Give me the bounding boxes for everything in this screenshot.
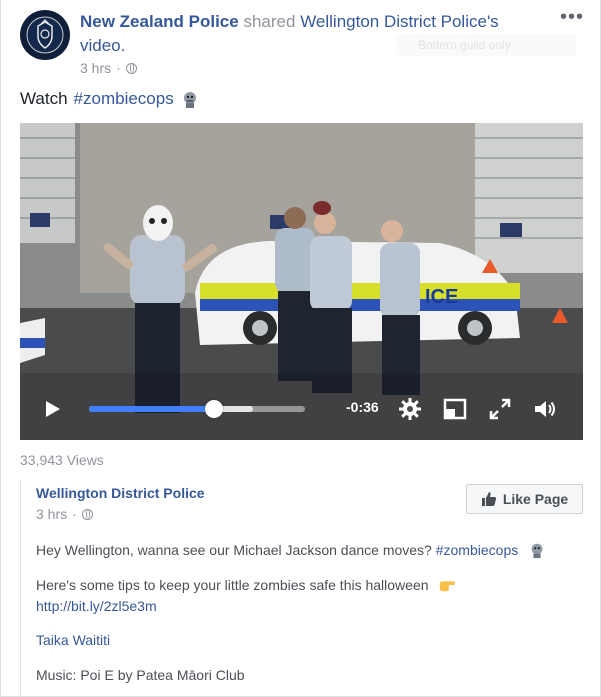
credit-link[interactable]: Taika Waititi <box>36 632 110 648</box>
video-controls: -0:36 <box>20 389 583 429</box>
view-count: 33,943 Views <box>20 452 104 468</box>
play-icon[interactable] <box>42 399 62 419</box>
post-status-text: Watch #zombiecops <box>20 88 200 110</box>
volume-icon[interactable] <box>533 397 557 421</box>
zombie-emoji-icon <box>183 92 196 108</box>
faded-overlay-button: Bottern guild only <box>396 34 576 56</box>
original-post-line-2: Here's some tips to keep your little zom… <box>36 576 456 594</box>
video-player[interactable]: ICE -0:36 <box>20 123 583 440</box>
police-badge-icon <box>26 16 64 54</box>
shared-text: shared <box>243 12 296 31</box>
shortened-url-link[interactable]: http://bit.ly/2zl5e3m <box>36 598 157 614</box>
globe-icon[interactable] <box>125 62 137 74</box>
line1-hashtag-link[interactable]: #zombiecops <box>436 542 519 558</box>
more-options-button[interactable]: ••• <box>560 6 584 29</box>
like-page-label: Like Page <box>502 491 569 507</box>
progress-thumb[interactable] <box>205 400 224 418</box>
original-page-name-link[interactable]: Wellington District Police <box>36 485 205 501</box>
thumbs-up-icon <box>481 492 496 506</box>
page-name-link[interactable]: New Zealand Police <box>80 12 239 31</box>
original-post-line-1: Hey Wellington, wanna see our Michael Ja… <box>36 541 546 559</box>
line1-text: Hey Wellington, wanna see our Michael Ja… <box>36 542 432 558</box>
original-post-meta: 3 hrs · <box>36 506 93 522</box>
line2-text: Here's some tips to keep your little zom… <box>36 577 429 593</box>
status-hashtag-link[interactable]: #zombiecops <box>74 88 174 110</box>
like-page-button[interactable]: Like Page <box>466 484 583 514</box>
original-post-link-line: http://bit.ly/2zl5e3m <box>36 597 157 615</box>
post-meta: 3 hrs · <box>80 60 137 76</box>
globe-icon[interactable] <box>81 508 93 520</box>
picture-in-picture-icon[interactable] <box>443 397 467 421</box>
fullscreen-icon[interactable] <box>488 397 512 421</box>
page-avatar[interactable] <box>20 10 70 60</box>
original-post-credit-line: Taika Waititi <box>36 631 110 649</box>
post-timestamp[interactable]: 3 hrs <box>80 60 111 76</box>
status-prefix: Watch <box>20 89 68 108</box>
meta-separator: · <box>72 506 77 522</box>
progress-fill <box>89 406 215 412</box>
time-remaining: -0:36 <box>346 399 379 415</box>
original-post-music-line: Music: Poi E by Patea Māori Club <box>36 667 245 683</box>
settings-gear-icon[interactable] <box>398 397 422 421</box>
zombie-emoji-icon <box>531 543 543 559</box>
meta-separator: · <box>116 60 121 76</box>
original-post-timestamp[interactable]: 3 hrs <box>36 506 67 522</box>
progress-bar[interactable] <box>89 400 305 418</box>
shared-original-post: Wellington District Police 3 hrs · Like … <box>20 479 584 697</box>
post-card: New Zealand Police shared Wellington Dis… <box>0 0 601 697</box>
scene-car-text: ICE <box>425 286 458 308</box>
pointing-hand-emoji-icon <box>440 581 456 592</box>
